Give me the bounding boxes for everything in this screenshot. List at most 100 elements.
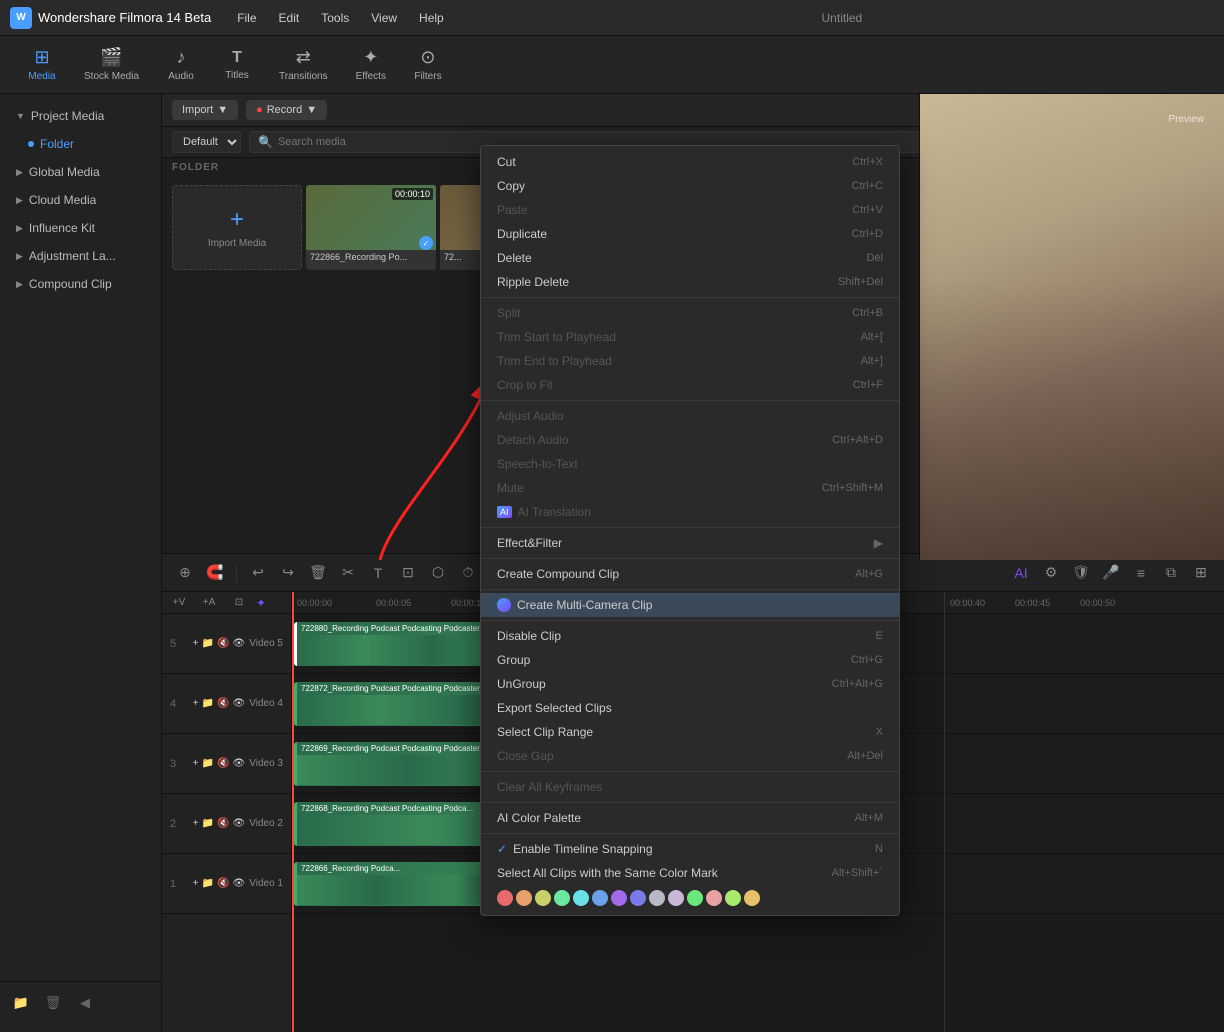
track-add-icon-2[interactable]: + bbox=[193, 818, 199, 829]
swatch-light-gray[interactable] bbox=[649, 890, 665, 906]
swatch-cyan[interactable] bbox=[573, 890, 589, 906]
sidebar-item-influence-kit[interactable]: ▶ Influence Kit bbox=[4, 215, 157, 241]
track-add-icon[interactable]: + bbox=[193, 638, 199, 649]
shield-button[interactable]: 🛡 bbox=[1068, 560, 1094, 586]
delete-folder-icon[interactable]: 🗑 bbox=[40, 990, 66, 1016]
track-eye-icon-1[interactable]: 👁 bbox=[233, 878, 246, 889]
track-eye-icon-2[interactable]: 👁 bbox=[233, 818, 246, 829]
track-folder-icon-4[interactable]: 📁 bbox=[202, 698, 214, 709]
redo-button[interactable]: ↪ bbox=[275, 560, 301, 586]
track-folder-icon-2[interactable]: 📁 bbox=[202, 818, 214, 829]
settings-button[interactable]: ⚙ bbox=[1038, 560, 1064, 586]
track-folder-icon-3[interactable]: 📁 bbox=[202, 758, 214, 769]
ctx-sep-1 bbox=[481, 297, 899, 298]
menu-file[interactable]: File bbox=[227, 7, 266, 29]
sidebar-item-cloud-media[interactable]: ▶ Cloud Media bbox=[4, 187, 157, 213]
magnetic-snap-button[interactable]: 🧲 bbox=[202, 560, 228, 586]
ctx-group[interactable]: Group Ctrl+G bbox=[481, 648, 899, 672]
track-mute-icon-1[interactable]: 🔇 bbox=[217, 878, 229, 889]
add-track-button[interactable]: ⊕ bbox=[172, 560, 198, 586]
swatch-light-pink[interactable] bbox=[706, 890, 722, 906]
caption-button[interactable]: ≡ bbox=[1128, 560, 1154, 586]
ctx-create-multicam-clip[interactable]: Create Multi-Camera Clip bbox=[481, 593, 899, 617]
track-mute-icon-4[interactable]: 🔇 bbox=[217, 698, 229, 709]
swatch-lime[interactable] bbox=[725, 890, 741, 906]
sidebar-item-project-media[interactable]: ▼ Project Media bbox=[4, 103, 157, 129]
swatch-teal[interactable] bbox=[554, 890, 570, 906]
tool-audio[interactable]: ♪ Audio bbox=[155, 41, 207, 88]
ctx-select-clip-range[interactable]: Select Clip Range X bbox=[481, 720, 899, 744]
mic-button[interactable]: 🎤 bbox=[1098, 560, 1124, 586]
menu-edit[interactable]: Edit bbox=[269, 7, 310, 29]
menu-view[interactable]: View bbox=[361, 7, 407, 29]
ctx-cut[interactable]: Cut Ctrl+X bbox=[481, 150, 899, 174]
menu-help[interactable]: Help bbox=[409, 7, 454, 29]
ctx-copy[interactable]: Copy Ctrl+C bbox=[481, 174, 899, 198]
import-media-button[interactable]: + Import Media bbox=[172, 185, 302, 270]
swatch-indigo[interactable] bbox=[630, 890, 646, 906]
track-add-icon-4[interactable]: + bbox=[193, 698, 199, 709]
swatch-purple[interactable] bbox=[611, 890, 627, 906]
tool-titles[interactable]: T Titles bbox=[211, 43, 263, 87]
text-button[interactable]: T bbox=[365, 560, 391, 586]
ctx-select-same-color-mark[interactable]: Select All Clips with the Same Color Mar… bbox=[481, 861, 899, 885]
tool-transitions[interactable]: ⇄ Transitions bbox=[267, 41, 340, 88]
track-eye-icon-4[interactable]: 👁 bbox=[233, 698, 246, 709]
sidebar-item-folder[interactable]: Folder bbox=[4, 131, 157, 157]
crop-button[interactable]: ⊡ bbox=[395, 560, 421, 586]
menu-tools[interactable]: Tools bbox=[311, 7, 359, 29]
timeline-clip-video1[interactable]: 722866_Recording Podca... bbox=[294, 862, 494, 906]
swatch-pink[interactable] bbox=[497, 890, 513, 906]
ctx-ai-color-palette[interactable]: AI Color Palette Alt+M bbox=[481, 806, 899, 830]
swatch-gold[interactable] bbox=[744, 890, 760, 906]
filter-select[interactable]: Default bbox=[172, 131, 241, 153]
track-mute-icon-3[interactable]: 🔇 bbox=[217, 758, 229, 769]
undo-button[interactable]: ↩ bbox=[245, 560, 271, 586]
tool-effects[interactable]: ✦ Effects bbox=[344, 41, 398, 88]
sidebar-item-adjustment-la[interactable]: ▶ Adjustment La... bbox=[4, 243, 157, 269]
collapse-sidebar-icon[interactable]: ◀ bbox=[72, 990, 98, 1016]
swatch-yellow-green[interactable] bbox=[535, 890, 551, 906]
track-mute-icon[interactable]: 🔇 bbox=[217, 638, 229, 649]
ctx-ungroup[interactable]: UnGroup Ctrl+Alt+G bbox=[481, 672, 899, 696]
ctx-delete[interactable]: Delete Del bbox=[481, 246, 899, 270]
add-audio-track-button[interactable]: +A bbox=[196, 592, 222, 616]
tool-filters[interactable]: ⊙ Filters bbox=[402, 41, 454, 88]
add-folder-icon[interactable]: 📁 bbox=[8, 990, 34, 1016]
ctx-disable-clip[interactable]: Disable Clip E bbox=[481, 624, 899, 648]
delete-button[interactable]: 🗑 bbox=[305, 560, 331, 586]
swatch-lavender[interactable] bbox=[668, 890, 684, 906]
add-video-track-button[interactable]: +V bbox=[166, 592, 192, 616]
track-add-icon-3[interactable]: + bbox=[193, 758, 199, 769]
track-eye-icon-3[interactable]: 👁 bbox=[233, 758, 246, 769]
track-mute-icon-2[interactable]: 🔇 bbox=[217, 818, 229, 829]
ctx-export-selected-clips[interactable]: Export Selected Clips bbox=[481, 696, 899, 720]
ctx-enable-snapping[interactable]: ✓ Enable Timeline Snapping N bbox=[481, 837, 899, 861]
track-folder-icon-1[interactable]: 📁 bbox=[202, 878, 214, 889]
cut-button[interactable]: ✂ bbox=[335, 560, 361, 586]
media-item[interactable]: 722866_Recording Po... 00:00:10 ✓ bbox=[306, 185, 436, 270]
ctx-ripple-delete[interactable]: Ripple Delete Shift+Del bbox=[481, 270, 899, 294]
swatch-blue[interactable] bbox=[592, 890, 608, 906]
ctx-effect-filter[interactable]: Effect&Filter ▶ bbox=[481, 531, 899, 555]
pip-button[interactable]: ⧉ bbox=[1158, 560, 1184, 586]
color-button[interactable]: ⬡ bbox=[425, 560, 451, 586]
sidebar-item-global-media[interactable]: ▶ Global Media bbox=[4, 159, 157, 185]
ctx-duplicate[interactable]: Duplicate Ctrl+D bbox=[481, 222, 899, 246]
speed-button[interactable]: ⏱ bbox=[455, 560, 481, 586]
magic-wand-icon[interactable]: ✦ bbox=[256, 596, 266, 610]
ai-button[interactable]: AI bbox=[1008, 560, 1034, 586]
record-button[interactable]: ● Record ▼ bbox=[246, 100, 327, 120]
swatch-orange[interactable] bbox=[516, 890, 532, 906]
expand-button[interactable]: ⊞ bbox=[1188, 560, 1214, 586]
sidebar-item-compound-clip[interactable]: ▶ Compound Clip bbox=[4, 271, 157, 297]
track-eye-icon[interactable]: 👁 bbox=[233, 638, 246, 649]
import-button[interactable]: Import ▼ bbox=[172, 100, 238, 120]
zoom-fit-button[interactable]: ⊡ bbox=[226, 592, 252, 616]
track-folder-icon[interactable]: 📁 bbox=[202, 638, 214, 649]
tool-stock-media[interactable]: 🎬 Stock Media bbox=[72, 41, 151, 88]
tool-media[interactable]: ⊞ Media bbox=[16, 41, 68, 88]
swatch-green[interactable] bbox=[687, 890, 703, 906]
track-add-icon-1[interactable]: + bbox=[193, 878, 199, 889]
ctx-create-compound-clip[interactable]: Create Compound Clip Alt+G bbox=[481, 562, 899, 586]
